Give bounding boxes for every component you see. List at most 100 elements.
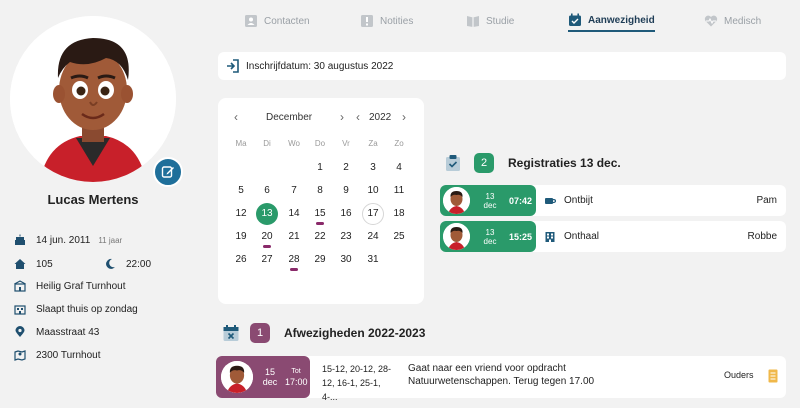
registration-chip: 13 dec 15:25: [440, 221, 536, 252]
tab-bar: Contacten Notities Studie Aanwezigheid M…: [218, 0, 788, 34]
calendar-day[interactable]: 21: [283, 226, 305, 248]
registration-type: Ontbijt: [564, 195, 593, 206]
registration-type: Onthaal: [564, 231, 600, 242]
info-school: Heilig Graf Turnhout: [14, 278, 126, 294]
calendar-day[interactable]: 22: [309, 226, 331, 248]
calendar-day[interactable]: 4: [388, 157, 410, 179]
calendar-month[interactable]: December: [266, 112, 312, 123]
document-icon[interactable]: [768, 369, 778, 383]
calendar-day[interactable]: 12: [230, 203, 252, 225]
building-icon: [544, 231, 556, 243]
registration-time: 07:42: [509, 195, 533, 206]
next-month-button[interactable]: ›: [336, 110, 348, 124]
tab-notities[interactable]: Notities: [360, 10, 413, 32]
avatar: [221, 361, 253, 393]
house-icon: [14, 303, 26, 315]
enrollment-bar: Inschrijfdatum: 30 augustus 2022: [218, 52, 786, 80]
calendar-day[interactable]: 16: [335, 203, 357, 225]
tab-studie[interactable]: Studie: [466, 10, 514, 32]
absence-until-label: Tot: [291, 368, 301, 375]
calendar-day[interactable]: 13: [256, 203, 278, 225]
calendar-x-icon: [222, 324, 240, 342]
absence-row[interactable]: 15 dec Tot 17:00 15-12, 20-12, 28-12, 16…: [216, 356, 786, 402]
registration-month: dec: [483, 200, 497, 210]
calendar-day[interactable]: 9: [335, 180, 357, 202]
calendar-day[interactable]: 17: [362, 203, 384, 225]
prev-year-button[interactable]: ‹: [352, 110, 364, 124]
tab-aanwezigheid[interactable]: Aanwezigheid: [568, 10, 655, 32]
profile-avatar: [10, 16, 176, 182]
calendar-day[interactable]: 23: [335, 226, 357, 248]
registrations-title: Registraties 13 dec.: [508, 156, 621, 170]
heartbeat-icon: [704, 14, 718, 28]
coffee-icon: [544, 195, 556, 207]
calendar-day[interactable]: 2: [335, 157, 357, 179]
info-city: 2300 Turnhout: [14, 347, 101, 363]
registration-row[interactable]: 13 dec 07:42 Ontbijt Pam: [440, 185, 786, 216]
calendar-day[interactable]: 29: [309, 249, 331, 271]
avatar: [443, 187, 470, 214]
edit-profile-button[interactable]: [153, 157, 183, 187]
tab-medisch[interactable]: Medisch: [704, 10, 761, 32]
registration-row[interactable]: 13 dec 15:25 Onthaal Robbe: [440, 221, 786, 252]
absence-day: 15: [264, 367, 275, 377]
calendar: ‹ December › ‹ 2022 › Ma Di Wo Do Vr Za Zo 1 2 3 4…: [218, 98, 424, 304]
room-value: 105: [36, 258, 53, 270]
calendar-year[interactable]: 2022: [369, 112, 391, 123]
calendar-day[interactable]: 19: [230, 226, 252, 248]
moon-icon: [104, 258, 116, 270]
map-icon: [14, 349, 26, 361]
info-street: Maasstraat 43: [14, 324, 99, 340]
tab-contacten[interactable]: Contacten: [244, 10, 310, 32]
calendar-day[interactable]: 11: [388, 180, 410, 202]
calendar-day[interactable]: 1: [309, 157, 331, 179]
calendar-day[interactable]: 3: [362, 157, 384, 179]
info-weekend: Slaapt thuis op zondag: [14, 301, 138, 317]
calendar-day[interactable]: 26: [230, 249, 252, 271]
weekday-label: Do: [314, 139, 326, 148]
next-year-button[interactable]: ›: [398, 110, 410, 124]
calendar-day[interactable]: 10: [362, 180, 384, 202]
calendar-day[interactable]: 8: [309, 180, 331, 202]
weekday-label: Di: [263, 139, 271, 148]
weekday-label: Za: [368, 139, 378, 148]
info-birthdate: 14 jun. 2011 11 jaar: [14, 232, 122, 248]
calendar-day[interactable]: 24: [362, 226, 384, 248]
calendar-day[interactable]: 6: [256, 180, 278, 202]
sign-in-icon: [226, 59, 240, 73]
registration-time: 15:25: [509, 231, 533, 242]
registration-day: 13: [485, 227, 495, 237]
school-value: Heilig Graf Turnhout: [36, 280, 126, 292]
calendar-check-icon: [568, 13, 582, 27]
calendar-day[interactable]: 28: [283, 249, 305, 271]
info-room: 105: [14, 256, 53, 272]
pencil-icon: [161, 166, 174, 178]
street-value: Maasstraat 43: [36, 326, 100, 338]
absence-dates: 15-12, 20-12, 28-12, 16-1, 25-1, 4-...: [322, 364, 392, 402]
absence-reported-by: Ouders: [724, 370, 754, 380]
city-value: 2300 Turnhout: [36, 349, 101, 361]
calendar-day[interactable]: 30: [335, 249, 357, 271]
calendar-day[interactable]: 27: [256, 249, 278, 271]
absence-chip: 15 dec Tot 17:00: [216, 356, 310, 398]
notes-icon: [360, 14, 374, 28]
calendar-day[interactable]: 20: [256, 226, 278, 248]
calendar-day[interactable]: 31: [362, 249, 384, 271]
birthdate-value: 14 jun. 2011: [36, 234, 91, 246]
absences-title: Afwezigheden 2022-2023: [284, 326, 426, 340]
registration-person: Pam: [756, 195, 777, 206]
enrollment-date: Inschrijfdatum: 30 augustus 2022: [246, 60, 394, 72]
calendar-day[interactable]: 18: [388, 203, 410, 225]
calendar-day[interactable]: 5: [230, 180, 252, 202]
calendar-day[interactable]: 14: [283, 203, 305, 225]
registration-day: 13: [485, 191, 495, 201]
calendar-day[interactable]: 15: [309, 203, 331, 225]
school-icon: [14, 280, 26, 292]
weekday-label: Zo: [394, 139, 404, 148]
prev-month-button[interactable]: ‹: [230, 110, 242, 124]
avatar: [443, 223, 470, 250]
age-value: 11 jaar: [98, 235, 123, 245]
absence-description: Gaat naar een vriend voor opdracht Natuu…: [408, 363, 595, 387]
calendar-day[interactable]: 7: [283, 180, 305, 202]
calendar-day[interactable]: 25: [388, 226, 410, 248]
